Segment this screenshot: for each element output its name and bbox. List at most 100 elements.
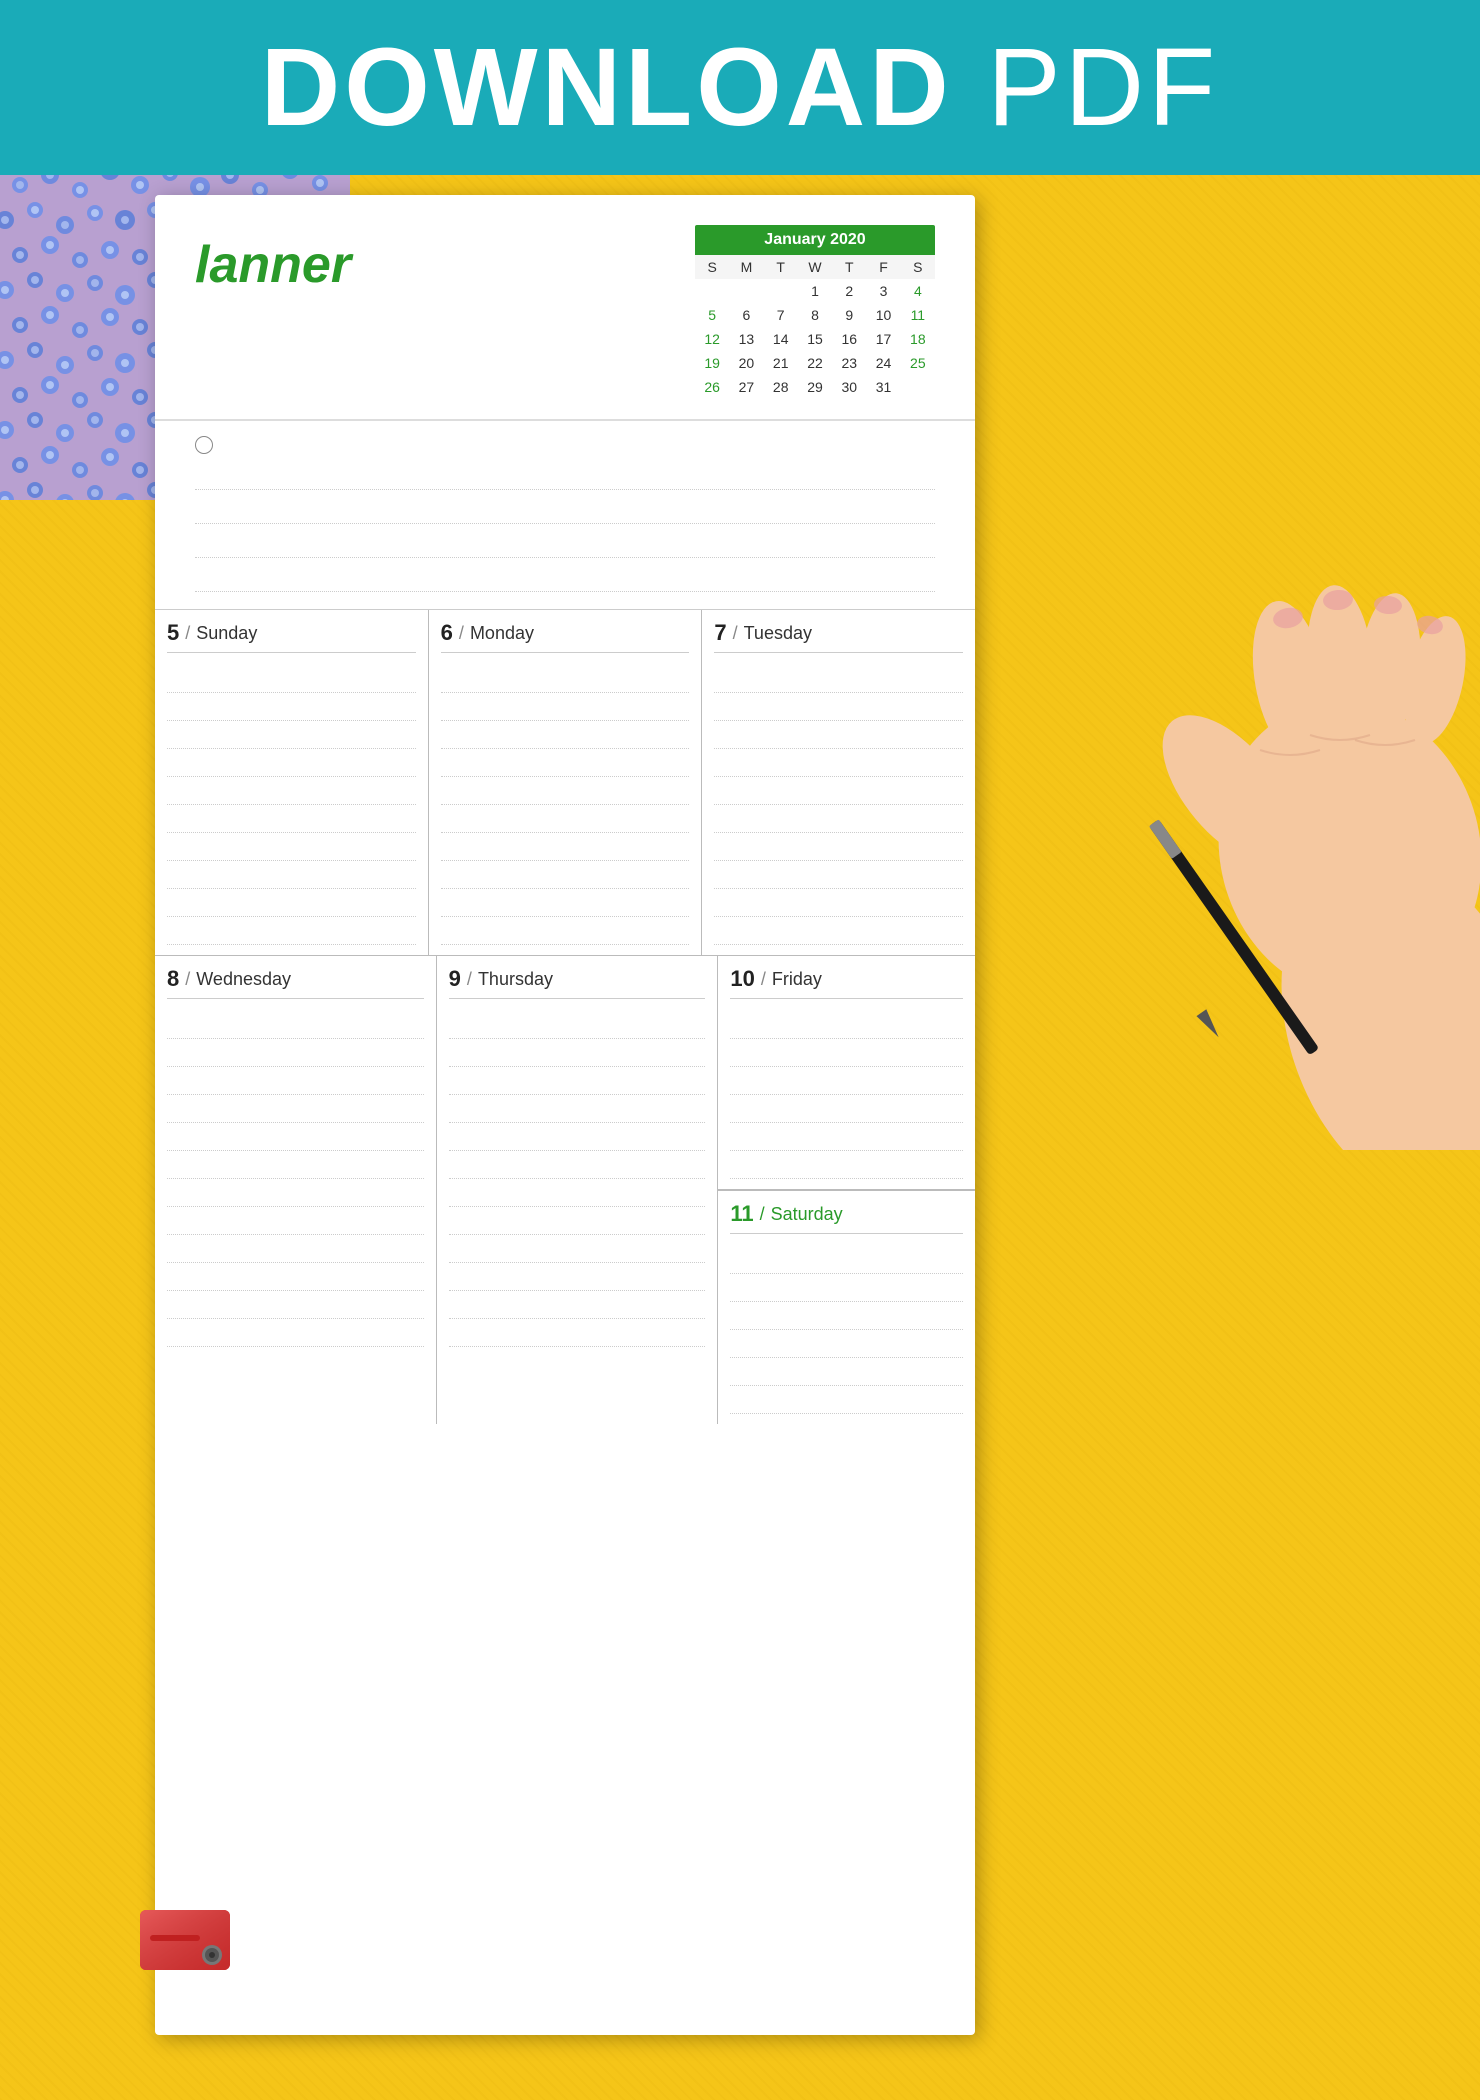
note-line-2 (195, 492, 935, 524)
line (449, 1291, 706, 1319)
line (714, 805, 963, 833)
day-cell-sunday: 5 / Sunday (155, 610, 429, 955)
slash-thursday: / (467, 969, 472, 990)
saturday-lines (730, 1242, 963, 1414)
line (449, 1179, 706, 1207)
day-name-friday: Friday (772, 969, 822, 990)
cal-day-cell: 2 (832, 279, 866, 303)
line (449, 1151, 706, 1179)
line (449, 1235, 706, 1263)
line (449, 1207, 706, 1235)
monday-lines (441, 661, 690, 945)
cal-day-cell: 20 (729, 351, 763, 375)
sunday-lines (167, 661, 416, 945)
cal-day-cell: 31 (866, 375, 900, 399)
line (167, 1095, 424, 1123)
line (449, 1263, 706, 1291)
line (167, 861, 416, 889)
day-header-thursday: 9 / Thursday (449, 966, 706, 999)
day-name-monday: Monday (470, 623, 534, 644)
line (167, 721, 416, 749)
line (449, 1095, 706, 1123)
cal-day-cell: 5 (695, 303, 729, 327)
line (449, 1067, 706, 1095)
cal-day-cell (901, 375, 935, 399)
download-banner[interactable]: DOWNLOAD PDF (0, 0, 1480, 175)
day-header-monday: 6 / Monday (441, 620, 690, 653)
line (167, 1263, 424, 1291)
day-name-wednesday: Wednesday (196, 969, 291, 990)
cal-day-cell: 14 (764, 327, 798, 351)
day-number-6: 6 (441, 620, 453, 646)
day-header-sunday: 5 / Sunday (167, 620, 416, 653)
cal-week-row: 262728293031 (695, 375, 935, 399)
friday-lines (730, 1007, 963, 1179)
day-cell-tuesday: 7 / Tuesday (702, 610, 975, 955)
line (441, 749, 690, 777)
cal-day-cell: 13 (729, 327, 763, 351)
line (730, 1358, 963, 1386)
line (167, 749, 416, 777)
day-cell-monday: 6 / Monday (429, 610, 703, 955)
line (167, 1039, 424, 1067)
day-number-7: 7 (714, 620, 726, 646)
line (730, 1123, 963, 1151)
cal-day-cell: 6 (729, 303, 763, 327)
line (714, 721, 963, 749)
tuesday-lines (714, 661, 963, 945)
sharpener-detail (140, 1910, 230, 1970)
cal-header-cell: F (866, 255, 900, 279)
day-number-9: 9 (449, 966, 461, 992)
cal-header-cell: T (832, 255, 866, 279)
week-row-2: 8 / Wednesday 9 / (155, 956, 975, 1424)
cal-headers-row: SMTWTFS (695, 255, 935, 279)
cal-day-cell: 11 (901, 303, 935, 327)
line (441, 861, 690, 889)
line (730, 1067, 963, 1095)
cal-day-cell: 17 (866, 327, 900, 351)
line (441, 665, 690, 693)
line (167, 917, 416, 945)
note-line-1 (195, 458, 935, 490)
line (730, 1095, 963, 1123)
line (714, 889, 963, 917)
day-number-11: 11 (730, 1201, 753, 1227)
line (449, 1039, 706, 1067)
cal-day-cell: 15 (798, 327, 832, 351)
cal-day-cell: 8 (798, 303, 832, 327)
cal-day-cell: 1 (798, 279, 832, 303)
line (167, 693, 416, 721)
calendar-table: SMTWTFS 12345678910111213141516171819202… (695, 255, 935, 399)
cal-day-cell: 27 (729, 375, 763, 399)
mini-calendar: January 2020 SMTWTFS 1234567891011121314… (695, 225, 935, 399)
cal-week-row: 567891011 (695, 303, 935, 327)
cal-day-cell: 4 (901, 279, 935, 303)
cal-header-cell: W (798, 255, 832, 279)
cal-header-cell: M (729, 255, 763, 279)
line (730, 1302, 963, 1330)
day-header-tuesday: 7 / Tuesday (714, 620, 963, 653)
planner-paper: lanner January 2020 SMTWTFS 123456789101… (155, 195, 975, 2035)
cal-day-cell: 29 (798, 375, 832, 399)
line (714, 833, 963, 861)
cal-day-cell (695, 279, 729, 303)
cal-day-cell: 30 (832, 375, 866, 399)
cal-day-cell: 12 (695, 327, 729, 351)
planner-header: lanner January 2020 SMTWTFS 123456789101… (155, 195, 975, 421)
day-cell-wednesday: 8 / Wednesday (155, 956, 437, 1424)
cal-month-header: January 2020 (695, 225, 935, 255)
wednesday-lines (167, 1007, 424, 1347)
cal-week-row: 1234 (695, 279, 935, 303)
day-number-10: 10 (730, 966, 754, 992)
line (730, 1330, 963, 1358)
cal-day-cell: 9 (832, 303, 866, 327)
line (441, 889, 690, 917)
cal-day-cell: 19 (695, 351, 729, 375)
cal-day-cell: 16 (832, 327, 866, 351)
circle-bullet (195, 436, 213, 454)
line (167, 1011, 424, 1039)
cal-week-row: 12131415161718 (695, 327, 935, 351)
day-header-saturday: 11 / Saturday (730, 1201, 963, 1234)
cal-week-row: 19202122232425 (695, 351, 935, 375)
cal-day-cell: 28 (764, 375, 798, 399)
